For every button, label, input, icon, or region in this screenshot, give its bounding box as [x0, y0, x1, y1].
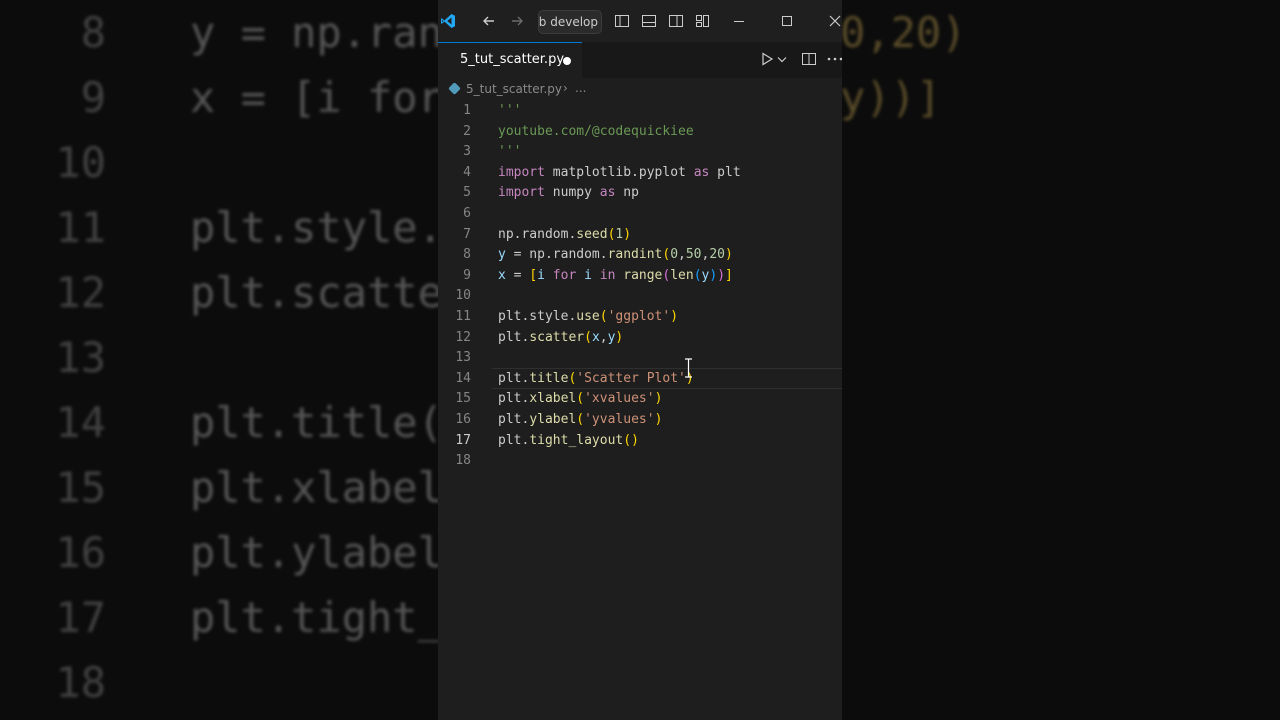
background-code: plt.scatte: [190, 268, 443, 317]
code-line[interactable]: 6: [438, 203, 842, 224]
background-line-number: 18: [55, 658, 106, 707]
background-code-right: y))]: [840, 73, 942, 122]
background-code: plt.xlabel: [190, 463, 443, 512]
code-text: plt.xlabel('xvalues'): [498, 391, 663, 407]
line-number: 7: [463, 226, 471, 242]
vscode-window: eb develop 5_tut_scatter.py 5_tut_scatte…: [438, 0, 842, 720]
background-line-number: 13: [55, 333, 106, 382]
background-line-number: 9: [80, 73, 106, 122]
close-icon[interactable]: [825, 11, 842, 31]
code-text: youtube.com/@codequickiee: [498, 123, 694, 139]
code-text: ''': [498, 103, 522, 118]
split-editor-icon[interactable]: [799, 49, 819, 69]
tab-5-tut-scatter[interactable]: 5_tut_scatter.py: [438, 42, 582, 78]
code-line[interactable]: 2 youtube.com/@codequickiee: [438, 121, 842, 142]
tab-bar: 5_tut_scatter.py: [438, 42, 842, 78]
line-number: 13: [455, 350, 471, 366]
code-line[interactable]: 11 plt.style.use('ggplot'): [438, 306, 842, 327]
line-number: 4: [463, 164, 471, 180]
line-number: 6: [463, 206, 471, 221]
background-line-number: 15: [55, 463, 106, 512]
maximize-icon[interactable]: [777, 11, 797, 31]
unsaved-dot-icon[interactable]: [563, 57, 571, 65]
code-line[interactable]: 8 y = np.random.randint(0,50,20): [438, 244, 842, 265]
back-arrow-icon[interactable]: [479, 11, 499, 31]
text-cursor-icon: [685, 358, 692, 378]
line-number: 10: [455, 288, 471, 304]
line-number: 12: [455, 329, 471, 345]
code-line[interactable]: 15 plt.xlabel('xvalues'): [438, 388, 842, 409]
background-code: y = np.ran: [190, 8, 443, 57]
background-code: plt.style.: [190, 203, 443, 252]
line-number: 9: [463, 267, 471, 283]
background-line-number: 16: [55, 528, 106, 577]
breadcrumb: 5_tut_scatter.py › ...: [438, 78, 842, 100]
python-file-icon: [448, 82, 461, 95]
code-text: plt.style.use('ggplot'): [498, 309, 679, 324]
background-line-number: 12: [55, 268, 106, 317]
more-actions-icon[interactable]: [825, 49, 842, 69]
code-text: import matplotlib.pyplot as plt: [498, 164, 741, 180]
code-line[interactable]: 7 np.random.seed(1): [438, 224, 842, 245]
background-line-number: 10: [55, 138, 106, 187]
code-text: plt.tight_layout(): [498, 432, 639, 448]
forward-arrow-icon[interactable]: [507, 11, 527, 31]
code-line[interactable]: 4 import matplotlib.pyplot as plt: [438, 162, 842, 183]
code-line[interactable]: 17 plt.tight_layout(): [438, 430, 842, 451]
background-line-number: 14: [55, 398, 106, 447]
code-text: plt.scatter(x,y): [498, 329, 624, 345]
code-text: import numpy as np: [498, 185, 639, 201]
code-line[interactable]: 10: [438, 285, 842, 306]
breadcrumb-separator: ›: [563, 81, 568, 95]
breadcrumb-more[interactable]: ...: [575, 81, 586, 95]
line-number: 14: [455, 370, 471, 386]
minimize-icon[interactable]: [729, 11, 749, 31]
line-number: 3: [463, 144, 471, 160]
code-text: x = [i for i in range(len(y))]: [498, 267, 733, 283]
code-line[interactable]: 16 plt.ylabel('yvalues'): [438, 409, 842, 430]
customize-layout-icon[interactable]: [693, 11, 713, 31]
search-text: eb develop: [538, 15, 598, 29]
code-line[interactable]: 1 ''': [438, 100, 842, 121]
line-number: 16: [455, 412, 471, 427]
title-bar: eb develop: [438, 0, 842, 42]
code-line[interactable]: 12 plt.scatter(x,y): [438, 327, 842, 348]
toggle-panel-icon[interactable]: [639, 11, 659, 31]
line-number: 8: [463, 247, 471, 263]
line-number: 2: [463, 123, 471, 139]
line-number: 15: [455, 391, 471, 407]
code-text: np.random.seed(1): [498, 226, 632, 242]
line-number: 1: [463, 103, 471, 118]
background-code: plt.title(: [190, 398, 443, 447]
run-dropdown-chevron-icon[interactable]: [775, 49, 789, 69]
code-text: plt.ylabel('yvalues'): [498, 412, 663, 427]
background-code: plt.tight_: [190, 593, 443, 642]
code-line[interactable]: 14 plt.title('Scatter Plot'): [438, 367, 842, 389]
code-text: ''': [498, 144, 522, 160]
background-line-number: 11: [55, 203, 106, 252]
code-text: y = np.random.randint(0,50,20): [498, 247, 733, 263]
toggle-secondary-sidebar-icon[interactable]: [666, 11, 686, 31]
command-center-search[interactable]: eb develop: [538, 10, 602, 34]
code-line[interactable]: 18: [438, 450, 842, 471]
background-code: x = [i for: [190, 73, 443, 122]
tab-label: 5_tut_scatter.py: [460, 52, 565, 67]
code-line[interactable]: 5 import numpy as np: [438, 182, 842, 203]
background-line-number: 17: [55, 593, 106, 642]
line-number: 17: [455, 432, 471, 448]
toggle-primary-sidebar-icon[interactable]: [612, 11, 632, 31]
code-line[interactable]: 9 x = [i for i in range(len(y))]: [438, 265, 842, 286]
line-number: 11: [455, 309, 471, 324]
run-python-file-icon[interactable]: [757, 49, 777, 69]
line-number: 5: [463, 185, 471, 201]
background-line-number: 8: [80, 8, 106, 57]
line-number: 18: [455, 453, 471, 469]
background-code-right: 0,20): [840, 8, 967, 57]
code-line[interactable]: 13: [438, 347, 842, 368]
code-line[interactable]: 3 ''': [438, 141, 842, 162]
vscode-logo-icon: [441, 14, 455, 28]
breadcrumb-file[interactable]: 5_tut_scatter.py: [466, 82, 562, 96]
background-code: plt.ylabel: [190, 528, 443, 577]
code-text: plt.title('Scatter Plot'): [498, 370, 694, 386]
